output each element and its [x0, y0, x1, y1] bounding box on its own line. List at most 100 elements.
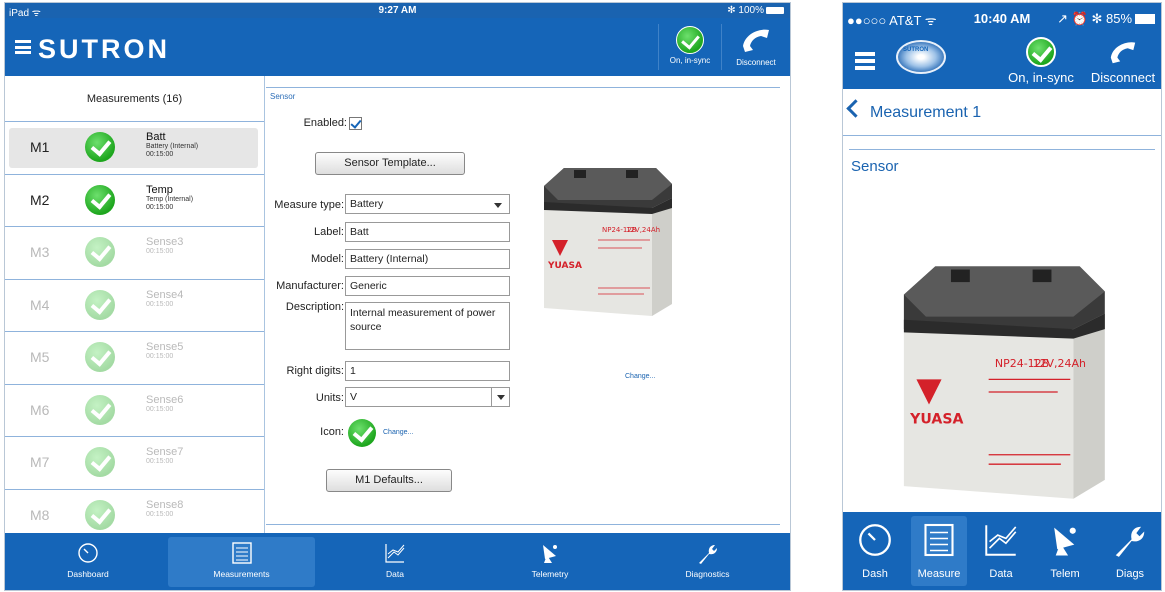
measurement-model: Temp (Internal): [146, 195, 194, 203]
model-label: Model:: [310, 253, 344, 265]
disconnect-label: Disconnect: [1090, 70, 1156, 85]
measurement-row-m6[interactable]: M6 Sense6 00:15:00: [5, 385, 264, 437]
measurement-id: M7: [30, 454, 50, 470]
enabled-checkbox[interactable]: [349, 117, 362, 130]
tab-measurements[interactable]: Measure: [911, 516, 967, 586]
back-button[interactable]: Measurement 1: [843, 89, 1161, 136]
measurement-row-m8[interactable]: M8 Sense8 00:15:00: [5, 490, 264, 536]
battery-image: YUASA NP24-12B 12V,24Ah: [544, 168, 672, 316]
measurement-interval: 00:15:00: [146, 510, 174, 518]
tab-telemetry[interactable]: Telemetry: [475, 537, 625, 587]
phone-icon: [1110, 42, 1136, 64]
menu-icon[interactable]: [15, 40, 31, 54]
measurements-list-icon: [924, 523, 954, 557]
tab-bar: Dashboard Measurements Data Telemetry Di…: [5, 533, 790, 590]
battery-brand: YUASA: [909, 411, 963, 427]
data-chart-icon: [985, 525, 1017, 556]
disconnect-button[interactable]: Disconnect: [727, 22, 785, 72]
status-bar: iPad ᯤ 9:27 AM ✻ 100%: [5, 3, 790, 19]
measurement-name: Sense5: [146, 341, 184, 353]
sync-status-label: On, in-sync: [669, 56, 711, 65]
battery-brand: YUASA: [547, 261, 582, 271]
manufacturer-field[interactable]: Generic: [345, 276, 510, 296]
tab-dashboard[interactable]: Dashboard: [13, 537, 163, 587]
measurement-row-m5[interactable]: M5 Sense5 00:15:00: [5, 332, 264, 385]
tab-diagnostics[interactable]: Diagnostics: [630, 537, 785, 587]
tab-diagnostics[interactable]: Diags: [1101, 516, 1159, 586]
tab-label: Dashboard: [67, 569, 109, 579]
measurement-name: Sense4: [146, 288, 184, 301]
units-combo[interactable]: V: [345, 387, 510, 407]
units-dropdown-arrow-icon[interactable]: [491, 388, 509, 406]
icon-change-link[interactable]: Change...: [383, 429, 413, 436]
measurement-id: M5: [30, 349, 50, 365]
back-label: Measurement 1: [870, 104, 982, 121]
menu-icon[interactable]: [855, 52, 875, 70]
measurement-model: Battery (Internal): [146, 143, 199, 150]
sync-check-icon: [676, 26, 704, 54]
app-header: SUTRON On, in-sync Disconnect: [5, 18, 790, 76]
measurement-row-m4[interactable]: M4 Sense4 00:15:00: [5, 280, 264, 332]
measurement-row-m3[interactable]: M3 Sense3 00:15:00: [5, 227, 264, 280]
measurement-interval: 00:15:00: [146, 458, 174, 465]
measurement-row-m2[interactable]: M2 Temp Temp (Internal) 00:15:00: [5, 175, 264, 227]
tab-label: Telem: [1050, 568, 1080, 580]
units-label: Units:: [315, 392, 344, 404]
check-icon: [85, 394, 115, 425]
measure-type-label: Measure type:: [274, 199, 344, 211]
tab-data[interactable]: Data: [973, 516, 1029, 586]
sensor-template-button[interactable]: Sensor Template...: [315, 152, 465, 175]
tab-label: Telemetry: [531, 569, 569, 579]
sync-status-label: On, in-sync: [1008, 70, 1074, 85]
label-label: Label:: [314, 226, 344, 238]
sync-status-button[interactable]: On, in-sync: [1001, 37, 1081, 85]
measurement-interval: 00:15:00: [146, 203, 174, 211]
section-label: Sensor: [270, 92, 296, 101]
battery-text: ↗ ⏰ ✻ 85%: [1057, 11, 1132, 26]
sutron-logo-icon: SUTRON: [896, 40, 946, 74]
header-divider: [658, 24, 659, 70]
measurement-name: Sense6: [146, 393, 184, 406]
image-change-link[interactable]: Change...: [625, 373, 655, 380]
battery-icon: [1135, 14, 1155, 24]
right-digits-field[interactable]: 1: [345, 361, 510, 381]
manufacturer-label: Manufacturer:: [276, 280, 344, 292]
description-label: Description:: [285, 301, 344, 313]
measure-type-select[interactable]: Battery: [345, 194, 510, 214]
measurement-row-m1[interactable]: M1 Batt Battery (Internal) 00:15:00: [5, 122, 264, 175]
measurements-list-icon: [231, 542, 252, 564]
label-field[interactable]: Batt: [345, 222, 510, 242]
disconnect-button[interactable]: Disconnect: [1083, 37, 1161, 85]
measurement-name: Sense3: [146, 236, 184, 248]
section-label: Sensor: [851, 158, 899, 175]
measurement-row-m7[interactable]: M7 Sense7 00:15:00: [5, 437, 264, 490]
app-header: SUTRON On, in-sync Disconnect: [843, 33, 1161, 89]
data-chart-icon: [385, 544, 405, 563]
wrench-icon: [698, 545, 717, 564]
logo-text: SUTRON: [903, 47, 929, 53]
check-icon: [85, 237, 115, 267]
measurement-id: M4: [30, 296, 50, 313]
tab-dashboard[interactable]: Dash: [847, 516, 903, 586]
description-field[interactable]: Internal measurement of power source: [345, 302, 510, 350]
tab-measurements[interactable]: Measurements: [168, 537, 315, 587]
check-icon: [85, 499, 115, 530]
measurement-id: M8: [30, 506, 50, 523]
m1-defaults-button[interactable]: M1 Defaults...: [326, 469, 452, 492]
wrench-icon: [1115, 526, 1145, 557]
tab-data[interactable]: Data: [320, 537, 470, 587]
sync-status-button[interactable]: On, in-sync: [664, 22, 716, 72]
check-icon: [85, 289, 115, 320]
tab-label: Data: [386, 569, 404, 579]
battery-image: YUASA NP24-12B 12V,24Ah: [903, 266, 1105, 499]
measurement-interval: 00:15:00: [146, 405, 174, 413]
units-value: V: [350, 391, 358, 403]
satellite-dish-icon: [543, 545, 557, 563]
measurement-name: Temp: [146, 183, 173, 196]
tab-telemetry[interactable]: Telem: [1037, 516, 1093, 586]
icon-label: Icon:: [320, 426, 344, 438]
model-field[interactable]: Battery (Internal): [345, 249, 510, 269]
tab-bar: Dash Measure Data Telem Diags: [843, 512, 1161, 590]
app-brand: SUTRON: [38, 34, 170, 64]
battery-icon: [766, 7, 784, 14]
